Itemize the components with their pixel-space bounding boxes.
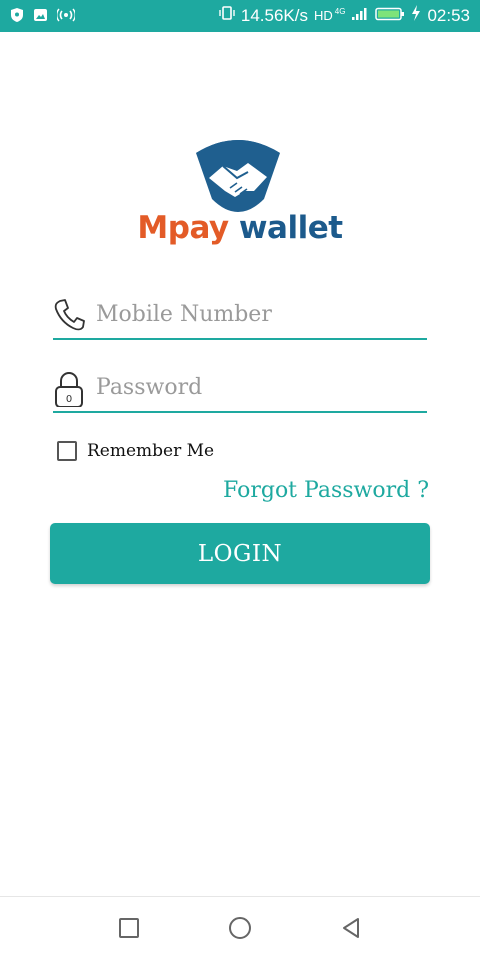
forgot-password-link[interactable]: Forgot Password ? [223,478,429,503]
password-underline [53,411,427,413]
login-button[interactable]: LOGIN [50,523,430,584]
mobile-number-input[interactable] [96,298,426,330]
remember-me-label: Remember Me [87,441,215,461]
battery-icon [375,6,405,26]
password-field: 0 [53,369,427,413]
hotspot-icon [56,8,76,27]
network-type: 4G [334,7,346,16]
svg-text:0: 0 [66,394,72,405]
navigation-bar [0,896,480,960]
brand-part-wallet: wallet [238,210,343,246]
mobile-field [53,296,427,340]
hd-label: HD [314,8,333,23]
signal-icon [351,6,369,26]
shield-icon [10,7,24,28]
handshake-logo-icon [190,133,286,217]
image-icon [33,8,48,27]
back-icon[interactable] [338,915,364,941]
vibrate-icon [219,5,235,26]
mobile-underline [53,338,427,340]
lock-icon: 0 [53,371,85,408]
brand-name: Mpay wallet [0,210,480,246]
password-input[interactable] [96,371,426,403]
recent-apps-icon[interactable] [116,915,142,941]
status-bar: 14.56K/s HD 4G 02:53 [0,0,480,32]
charging-icon [411,5,421,26]
home-icon[interactable] [227,915,253,941]
remember-me-checkbox[interactable] [57,441,77,461]
net-speed: 14.56K/s [240,5,308,25]
remember-me-row[interactable]: Remember Me [57,441,214,461]
clock: 02:53 [427,5,470,25]
brand-part-mpay: Mpay [137,210,229,246]
phone-icon [53,298,85,332]
